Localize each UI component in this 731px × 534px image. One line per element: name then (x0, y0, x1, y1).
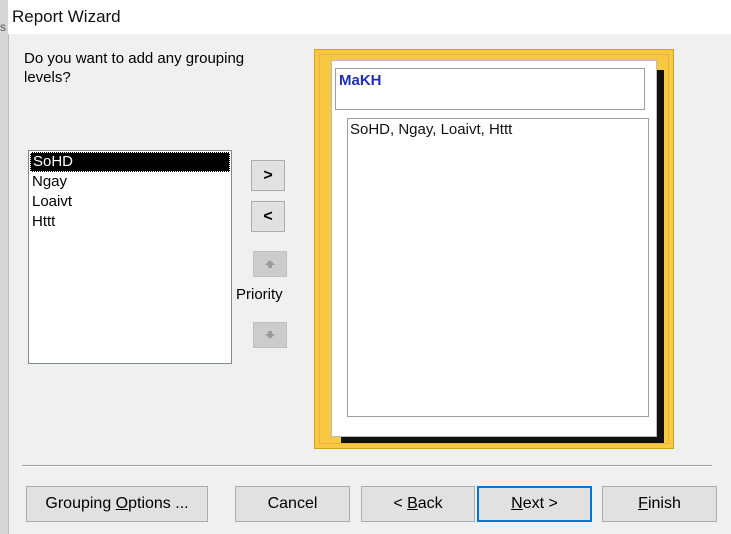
button-accelerator: O (115, 495, 129, 512)
list-item[interactable]: Ngay (29, 172, 231, 192)
detail-fields-text: SoHD, Ngay, Loaivt, Httt (350, 121, 513, 138)
button-label: inish (647, 495, 681, 512)
group-level-name: MaKH (339, 72, 382, 89)
grouping-question: Do you want to add any grouping levels? (24, 50, 245, 86)
list-item[interactable]: Httt (29, 212, 231, 232)
button-label: ext > (522, 495, 558, 512)
back-button[interactable]: < Back (361, 486, 475, 522)
button-label: Cancel (267, 495, 318, 512)
button-label: < (393, 495, 408, 512)
button-accelerator: F (638, 495, 648, 512)
list-item[interactable]: Loaivt (29, 192, 231, 212)
list-item[interactable]: SoHD (30, 152, 230, 172)
button-label: ptions ... (128, 495, 189, 512)
remove-grouping-level-button[interactable]: < (251, 201, 285, 232)
report-wizard-window: s Report Wizard Do you want to add any g… (0, 0, 731, 534)
background-window-glyph: s (0, 20, 6, 34)
cancel-button[interactable]: Cancel (235, 486, 350, 522)
priority-up-button[interactable] (253, 251, 287, 277)
grouping-options-button[interactable]: Grouping Options ... (26, 486, 208, 522)
add-grouping-level-button[interactable]: > (251, 160, 285, 191)
window-title: Report Wizard (12, 7, 121, 26)
arrow-down-icon (265, 331, 275, 339)
background-window-edge: s (0, 0, 9, 534)
detail-fields-box: SoHD, Ngay, Loaivt, Httt (347, 118, 649, 417)
finish-button[interactable]: Finish (602, 486, 717, 522)
button-accelerator: N (511, 495, 523, 512)
button-label: ack (417, 495, 443, 512)
arrow-up-icon (265, 260, 275, 268)
priority-label: Priority (236, 286, 283, 303)
title-bar[interactable]: Report Wizard (8, 0, 731, 34)
available-fields-list[interactable]: SoHD Ngay Loaivt Httt (28, 150, 232, 364)
next-button[interactable]: Next > (477, 486, 592, 522)
button-separator (22, 465, 712, 467)
group-level-header: MaKH (335, 68, 645, 110)
priority-down-button[interactable] (253, 322, 287, 348)
button-accelerator: B (407, 495, 418, 512)
button-label: Grouping (45, 495, 116, 512)
